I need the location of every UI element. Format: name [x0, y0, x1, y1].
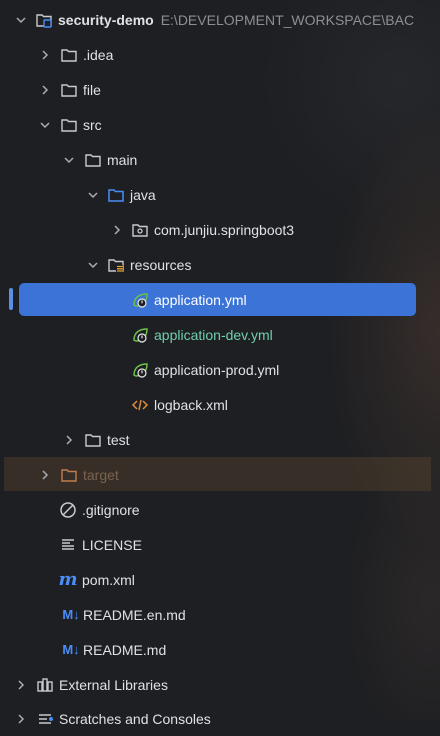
folder-icon: [60, 116, 78, 134]
source-folder-icon: [107, 186, 125, 204]
tree-node-src[interactable]: src: [0, 107, 440, 142]
folder-icon: [60, 81, 78, 99]
chevron-down-icon[interactable]: [87, 259, 99, 271]
folder-icon: [60, 46, 78, 64]
chevron-down-icon[interactable]: [15, 14, 27, 26]
tree-node-application-yml[interactable]: application.yml: [0, 282, 440, 317]
tree-node-label: LICENSE: [82, 536, 142, 553]
tree-node-label: logback.xml: [154, 396, 228, 413]
tree-node-idea[interactable]: .idea: [0, 37, 440, 72]
chevron-down-icon[interactable]: [87, 189, 99, 201]
tree-node-resources[interactable]: resources: [0, 247, 440, 282]
chevron-right-icon[interactable]: [39, 469, 51, 481]
tree-node-label: resources: [130, 256, 192, 273]
tree-node-project-root[interactable]: security-demo E:\DEVELOPMENT_WORKSPACE\B…: [0, 2, 440, 37]
tree-node-logback-xml[interactable]: logback.xml: [0, 387, 440, 422]
tree-node-license[interactable]: LICENSE: [0, 527, 440, 562]
spring-config-icon: [131, 291, 149, 309]
tree-node-label: README.en.md: [83, 606, 186, 623]
scratches-icon: [36, 710, 54, 728]
tree-node-application-dev-yml[interactable]: application-dev.yml: [0, 317, 440, 352]
tree-node-label: file: [83, 81, 101, 98]
markdown-icon: M↓: [62, 607, 80, 622]
tree-node-label: Scratches and Consoles: [59, 710, 211, 727]
tree-node-label: .idea: [83, 46, 114, 63]
tree-node-pom-xml[interactable]: m pom.xml: [0, 562, 440, 597]
tree-node-file[interactable]: file: [0, 72, 440, 107]
chevron-right-icon[interactable]: [15, 679, 27, 691]
spring-config-icon: [131, 361, 149, 379]
tree-node-readme-md[interactable]: M↓ README.md: [0, 632, 440, 667]
tree-node-target[interactable]: target: [0, 457, 440, 492]
project-name: security-demo: [58, 11, 154, 28]
package-icon: [131, 221, 149, 239]
tree-node-label: .gitignore: [82, 501, 140, 518]
chevron-right-icon[interactable]: [111, 224, 123, 236]
tree-node-label: pom.xml: [82, 571, 135, 588]
tree-node-scratches[interactable]: Scratches and Consoles: [0, 701, 440, 736]
markdown-icon: M↓: [62, 642, 80, 657]
folder-icon: [84, 431, 102, 449]
tree-node-label: application-dev.yml: [154, 326, 273, 343]
project-tree: security-demo E:\DEVELOPMENT_WORKSPACE\B…: [0, 0, 440, 727]
text-file-icon: [59, 536, 77, 554]
ignore-file-icon: [59, 501, 77, 519]
tree-node-package[interactable]: com.junjiu.springboot3: [0, 212, 440, 247]
tree-node-label: src: [83, 116, 102, 133]
tree-node-test[interactable]: test: [0, 422, 440, 457]
excluded-folder-icon: [60, 466, 78, 484]
tree-node-label: application-prod.yml: [154, 361, 280, 378]
tree-node-readme-en-md[interactable]: M↓ README.en.md: [0, 597, 440, 632]
tree-node-label: main: [107, 151, 138, 168]
project-path: E:\DEVELOPMENT_WORKSPACE\BAC: [160, 11, 415, 28]
tree-node-label: application.yml: [154, 291, 247, 308]
chevron-right-icon[interactable]: [15, 713, 27, 725]
folder-icon: [84, 151, 102, 169]
chevron-right-icon[interactable]: [63, 434, 75, 446]
tree-node-label: com.junjiu.springboot3: [154, 221, 295, 238]
tree-node-label: java: [130, 186, 156, 203]
tree-node-application-prod-yml[interactable]: application-prod.yml: [0, 352, 440, 387]
library-icon: [36, 676, 54, 694]
tree-node-label: target: [83, 466, 119, 483]
tree-node-label: External Libraries: [59, 676, 168, 693]
module-folder-icon: [35, 11, 53, 29]
maven-icon: m: [58, 569, 78, 590]
tree-node-label: test: [107, 431, 130, 448]
chevron-right-icon[interactable]: [39, 84, 51, 96]
tree-node-label: README.md: [83, 641, 167, 658]
resources-folder-icon: [107, 256, 125, 274]
tree-node-gitignore[interactable]: .gitignore: [0, 492, 440, 527]
xml-file-icon: [131, 396, 149, 414]
tree-node-java[interactable]: java: [0, 177, 440, 212]
tree-node-main[interactable]: main: [0, 142, 440, 177]
chevron-right-icon[interactable]: [39, 49, 51, 61]
chevron-down-icon[interactable]: [39, 119, 51, 131]
spring-config-icon: [131, 326, 149, 344]
tree-node-external-libraries[interactable]: External Libraries: [0, 667, 440, 702]
chevron-down-icon[interactable]: [63, 154, 75, 166]
